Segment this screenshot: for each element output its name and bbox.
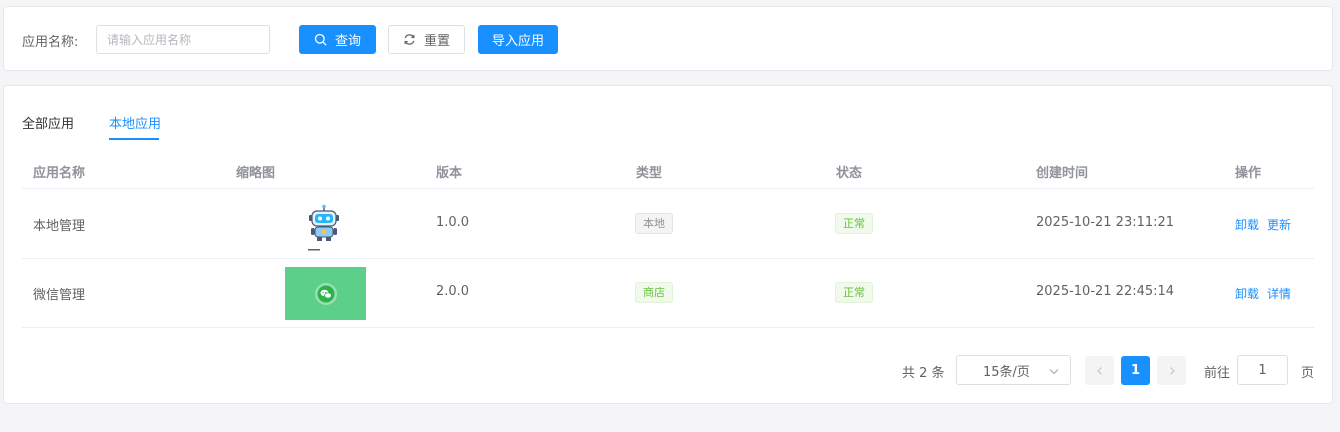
query-button-label: 查询 xyxy=(334,34,361,49)
goto-page-input[interactable] xyxy=(1237,355,1288,385)
created-time-cell: 2025-10-21 23:11:21 xyxy=(1036,215,1175,230)
update-link[interactable]: 更新 xyxy=(1267,216,1291,233)
reset-button[interactable]: 重置 xyxy=(388,25,465,54)
app-list-panel: 全部应用 本地应用 应用名称 缩略图 版本 类型 状态 创建时间 操作 本地管理 xyxy=(3,85,1333,404)
column-header-thumbnail: 缩略图 xyxy=(236,166,276,181)
type-tag: 商店 xyxy=(635,282,673,303)
app-name-cell: 微信管理 xyxy=(33,288,86,303)
column-header-status: 状态 xyxy=(836,166,863,181)
table-header-divider xyxy=(22,188,1314,189)
app-name-search-input[interactable] xyxy=(96,25,270,54)
column-header-actions: 操作 xyxy=(1235,166,1262,181)
created-time-cell: 2025-10-21 22:45:14 xyxy=(1036,284,1175,299)
status-badge: 正常 xyxy=(835,282,873,303)
column-header-name: 应用名称 xyxy=(33,166,86,181)
page-size-select[interactable]: 15条/页 xyxy=(956,355,1071,385)
column-header-created: 创建时间 xyxy=(1036,166,1089,181)
uninstall-link[interactable]: 卸载 xyxy=(1235,216,1259,233)
wechat-thumbnail xyxy=(285,267,366,320)
column-header-type: 类型 xyxy=(636,166,663,181)
details-link[interactable]: 详情 xyxy=(1267,285,1291,302)
tab-local-apps[interactable]: 本地应用 xyxy=(109,113,161,132)
status-badge: 正常 xyxy=(835,213,873,234)
row-divider xyxy=(22,327,1314,328)
refresh-icon xyxy=(404,34,415,45)
page-number-current[interactable]: 1 xyxy=(1121,356,1150,385)
import-app-button[interactable]: 导入应用 xyxy=(478,25,558,54)
next-page-button[interactable] xyxy=(1157,356,1186,385)
robot-icon xyxy=(304,204,344,252)
column-header-version: 版本 xyxy=(436,166,463,181)
search-icon xyxy=(314,33,327,46)
reset-button-label: 重置 xyxy=(423,34,450,49)
pagination-total: 共 2 条 xyxy=(902,366,945,381)
import-app-button-label: 导入应用 xyxy=(491,34,544,49)
chevron-left-icon xyxy=(1096,366,1102,375)
type-tag: 本地 xyxy=(635,213,673,234)
app-name-cell: 本地管理 xyxy=(33,219,86,234)
app-name-label: 应用名称: xyxy=(22,35,79,50)
query-button[interactable]: 查询 xyxy=(299,25,376,54)
chevron-right-icon xyxy=(1169,366,1175,375)
version-cell: 1.0.0 xyxy=(436,215,470,230)
tab-all-apps[interactable]: 全部应用 xyxy=(22,113,74,132)
row-divider xyxy=(22,258,1314,259)
goto-label: 前往 xyxy=(1204,366,1231,381)
active-tab-indicator xyxy=(109,138,159,140)
uninstall-link[interactable]: 卸载 xyxy=(1235,285,1259,302)
prev-page-button[interactable] xyxy=(1085,356,1114,385)
search-bar: 应用名称: 查询 重置 导入应用 xyxy=(3,6,1333,71)
page-size-value: 15条/页 xyxy=(983,364,1030,380)
page-suffix-label: 页 xyxy=(1301,366,1315,381)
version-cell: 2.0.0 xyxy=(436,284,470,299)
wechat-icon xyxy=(314,282,337,305)
chevron-down-icon xyxy=(1049,369,1059,375)
